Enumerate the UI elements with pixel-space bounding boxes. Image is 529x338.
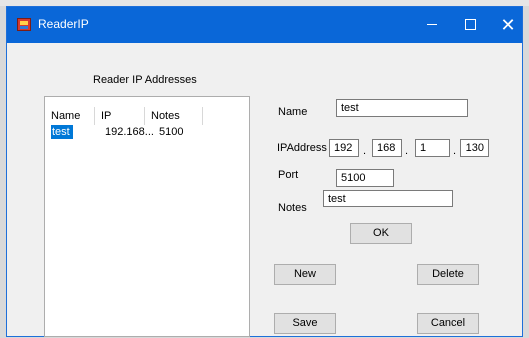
close-icon: ✕ bbox=[500, 15, 516, 35]
notes-input[interactable] bbox=[323, 190, 453, 207]
ip-octet-4-input[interactable] bbox=[460, 139, 489, 157]
column-header-notes[interactable]: Notes bbox=[145, 107, 203, 125]
window-title: ReaderIP bbox=[38, 17, 89, 31]
ip-dot-separator: . bbox=[405, 145, 409, 157]
row-name-cell[interactable]: test bbox=[51, 125, 73, 139]
new-button[interactable]: New bbox=[274, 264, 336, 285]
minimize-icon bbox=[427, 24, 437, 26]
ip-octet-1-input[interactable] bbox=[329, 139, 359, 157]
maximize-icon bbox=[464, 19, 476, 31]
save-button[interactable]: Save bbox=[274, 313, 336, 334]
notes-label: Notes bbox=[278, 202, 307, 214]
delete-button[interactable]: Delete bbox=[417, 264, 479, 285]
ip-dot-separator: . bbox=[363, 145, 367, 157]
list-title: Reader IP Addresses bbox=[93, 74, 197, 86]
ok-button[interactable]: OK bbox=[350, 223, 412, 244]
column-header-name[interactable]: Name bbox=[45, 107, 95, 125]
name-input[interactable] bbox=[336, 99, 468, 117]
app-icon bbox=[17, 18, 31, 31]
ip-octet-3-input[interactable] bbox=[415, 139, 450, 157]
ip-address-label: IPAddress bbox=[277, 142, 327, 154]
name-label: Name bbox=[278, 106, 308, 118]
port-label: Port bbox=[278, 169, 299, 181]
client-area: Reader IP Addresses Name IP Notes test 1… bbox=[7, 43, 522, 338]
row-notes-cell[interactable]: 5100 bbox=[159, 125, 183, 139]
title-bar[interactable]: ReaderIP ✕ bbox=[7, 7, 522, 43]
ip-octet-2-input[interactable] bbox=[372, 139, 402, 157]
readerip-window: ReaderIP ✕ Reader IP Addresses Name IP N… bbox=[6, 6, 523, 337]
close-button[interactable]: ✕ bbox=[485, 7, 529, 43]
column-header-ip[interactable]: IP bbox=[95, 107, 145, 125]
list-row[interactable]: test 192.168... 5100 bbox=[45, 125, 205, 139]
port-input[interactable] bbox=[336, 169, 394, 187]
row-ip-cell[interactable]: 192.168... bbox=[105, 125, 154, 139]
ip-dot-separator: . bbox=[453, 145, 457, 157]
reader-ip-listview[interactable]: Name IP Notes test 192.168... 5100 bbox=[44, 96, 250, 337]
cancel-button[interactable]: Cancel bbox=[417, 313, 479, 334]
